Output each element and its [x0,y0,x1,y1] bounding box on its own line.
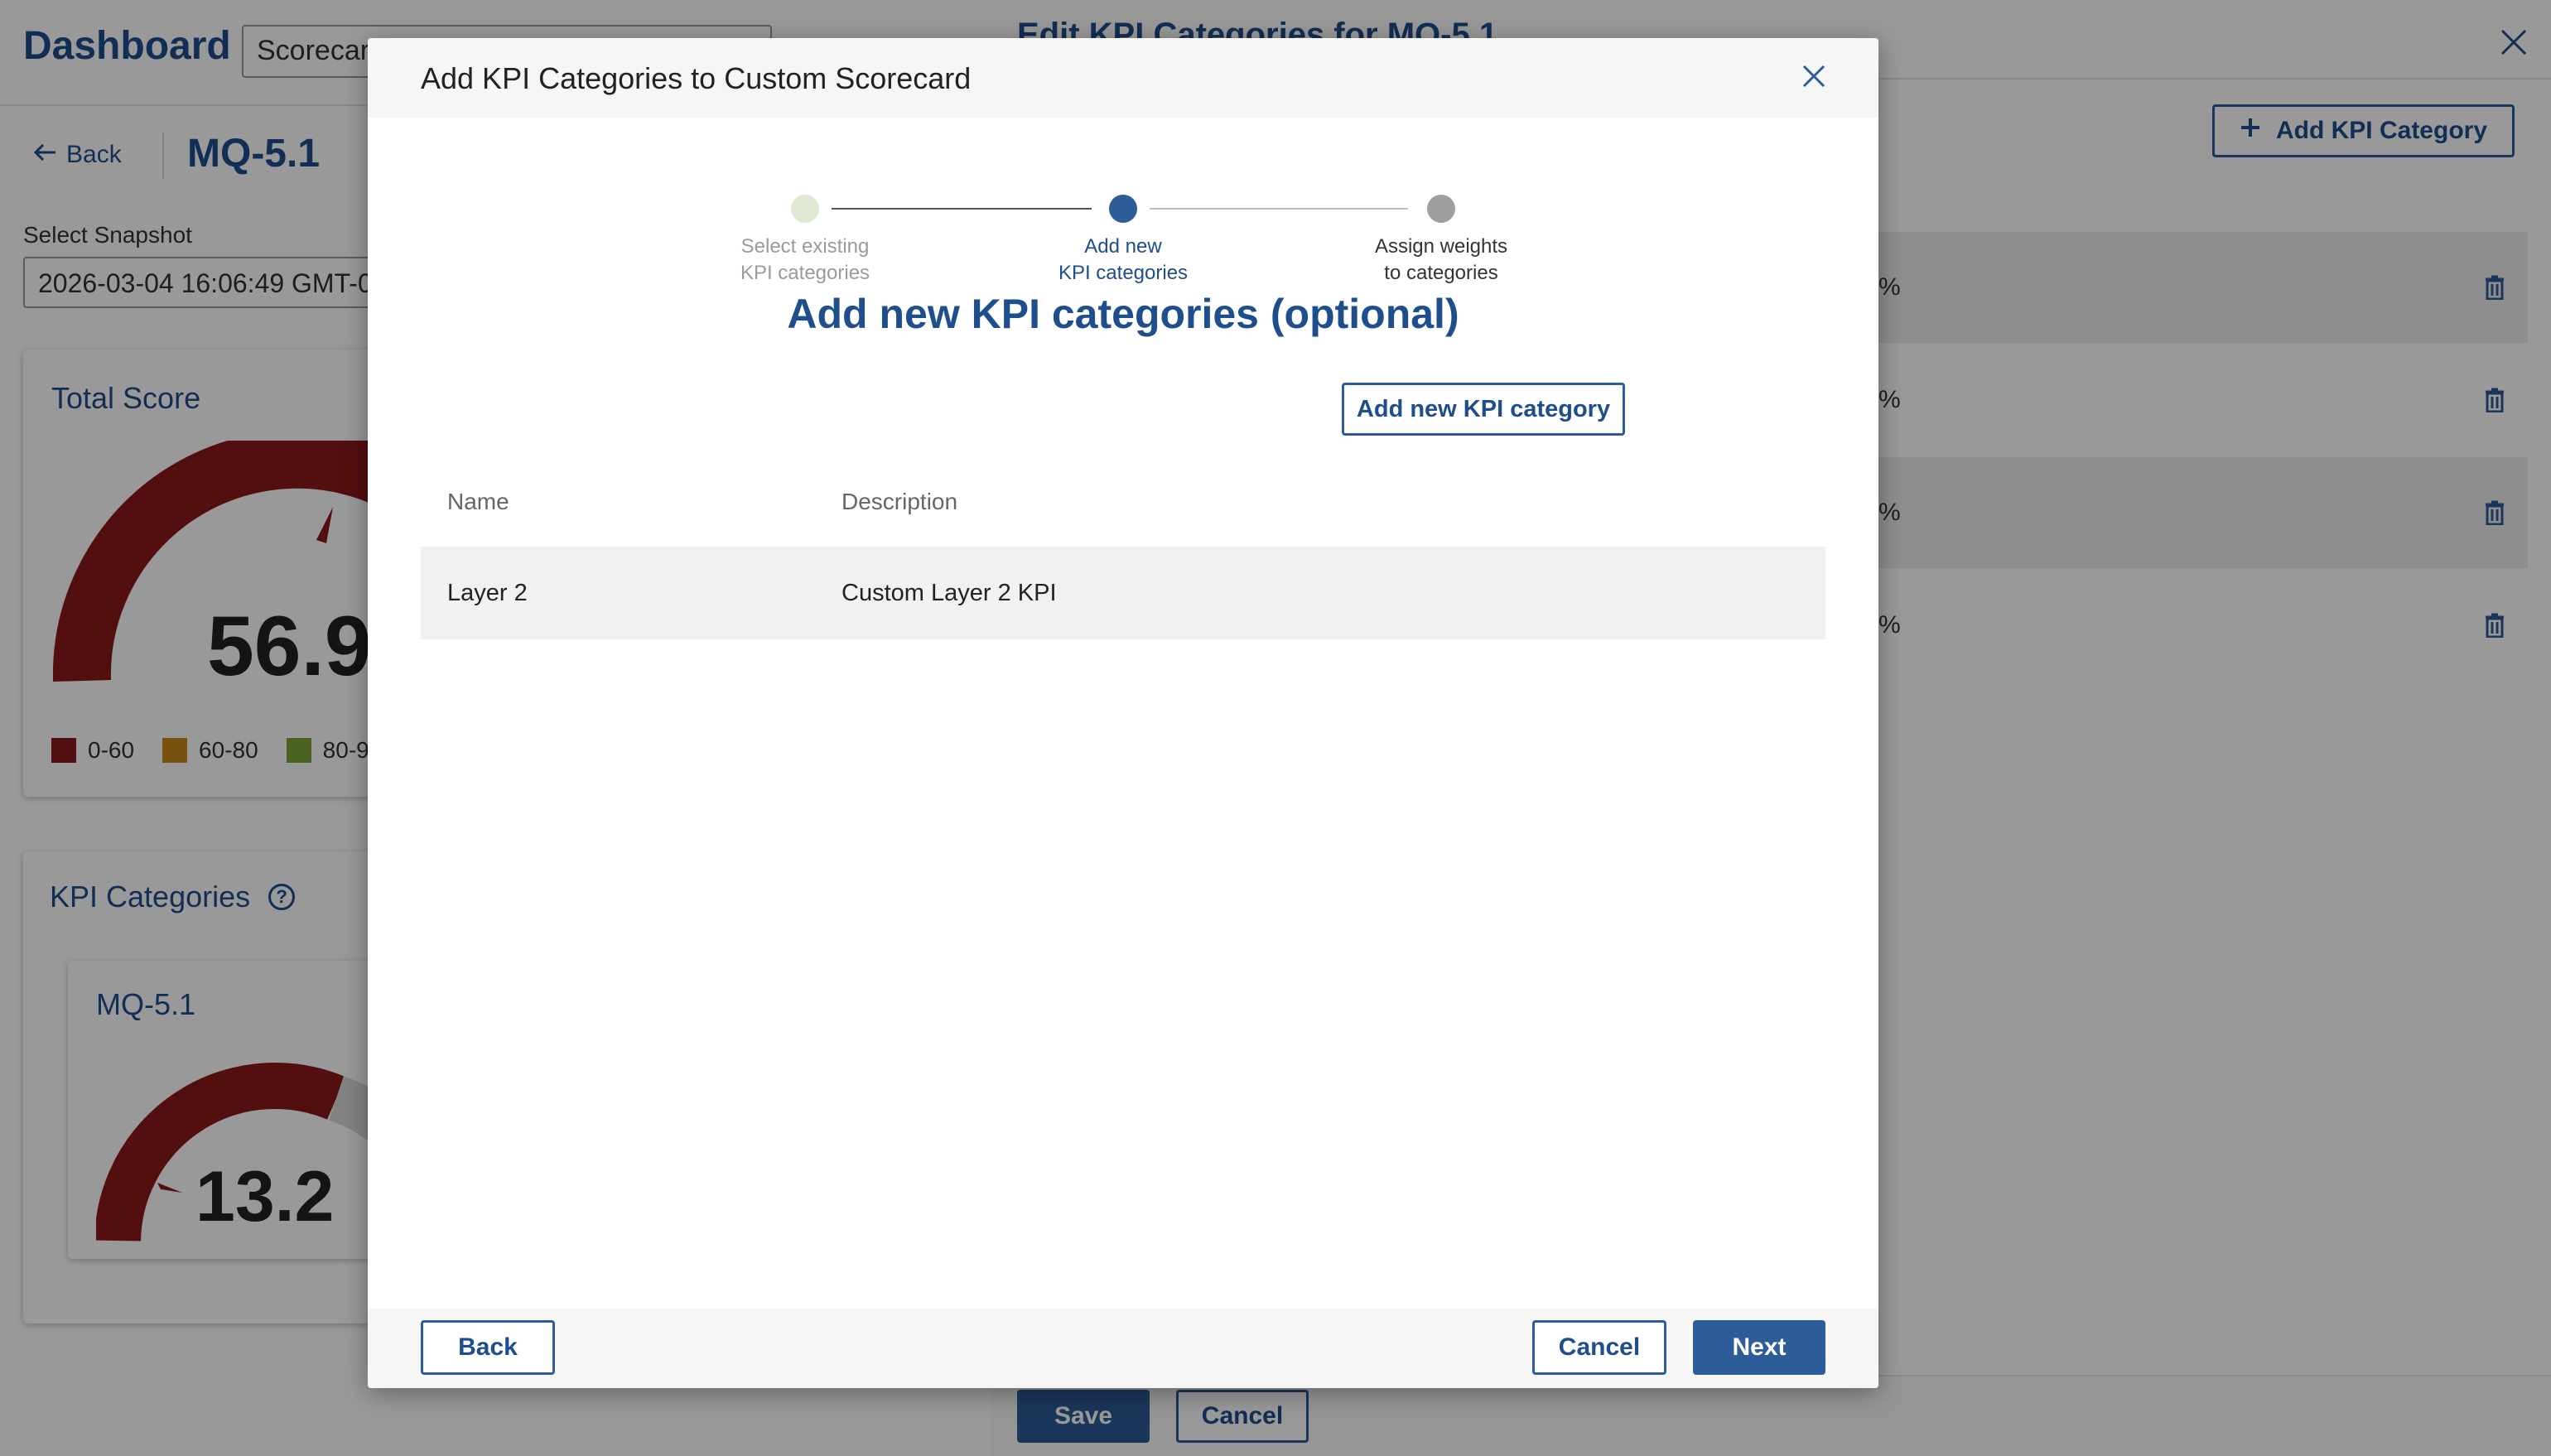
table-header: Name Description [421,457,1825,547]
step-active-dot [1109,195,1137,223]
next-button[interactable]: Next [1693,1320,1825,1375]
step-connector [1150,208,1408,210]
step-connector [832,208,1092,210]
section-heading: Add new KPI categories (optional) [787,291,1459,337]
step-label-line2: KPI categories [740,262,870,284]
step-label-line1: Add new [1084,235,1162,258]
step-label-line2: KPI categories [1058,262,1189,284]
step-upcoming-dot [1427,195,1455,223]
close-icon[interactable] [1797,60,1830,93]
kpi-categories-table: Name Description Layer 2 Custom Layer 2 … [421,457,1825,639]
wizard-stepper: Select existing KPI categories Add new K… [368,118,1878,300]
cell-name: Layer 2 [447,579,528,606]
modal-title: Add KPI Categories to Custom Scorecard [421,61,972,95]
back-button[interactable]: Back [421,1320,555,1375]
cell-description: Custom Layer 2 KPI [841,579,1057,606]
step-add-new: Add new KPI categories [1058,234,1188,287]
table-row[interactable]: Layer 2 Custom Layer 2 KPI [421,547,1825,639]
cancel-button[interactable]: Cancel [1532,1320,1666,1375]
step-completed-dot [791,195,819,223]
add-kpi-categories-modal: Add KPI Categories to Custom Scorecard S… [368,38,1878,1388]
add-new-kpi-category-button[interactable]: Add new KPI category [1342,383,1625,436]
step-assign-weights: Assign weights to categories [1375,234,1507,287]
column-header-description: Description [841,489,958,514]
column-header-name: Name [447,489,509,514]
step-select-existing: Select existing KPI categories [740,234,870,287]
step-label-line2: to categories [1384,262,1498,284]
step-label-line1: Select existing [740,235,870,258]
modal-footer: Back Cancel Next [368,1309,1878,1388]
modal-header: Add KPI Categories to Custom Scorecard [368,38,1878,118]
step-label-line1: Assign weights [1374,235,1508,258]
